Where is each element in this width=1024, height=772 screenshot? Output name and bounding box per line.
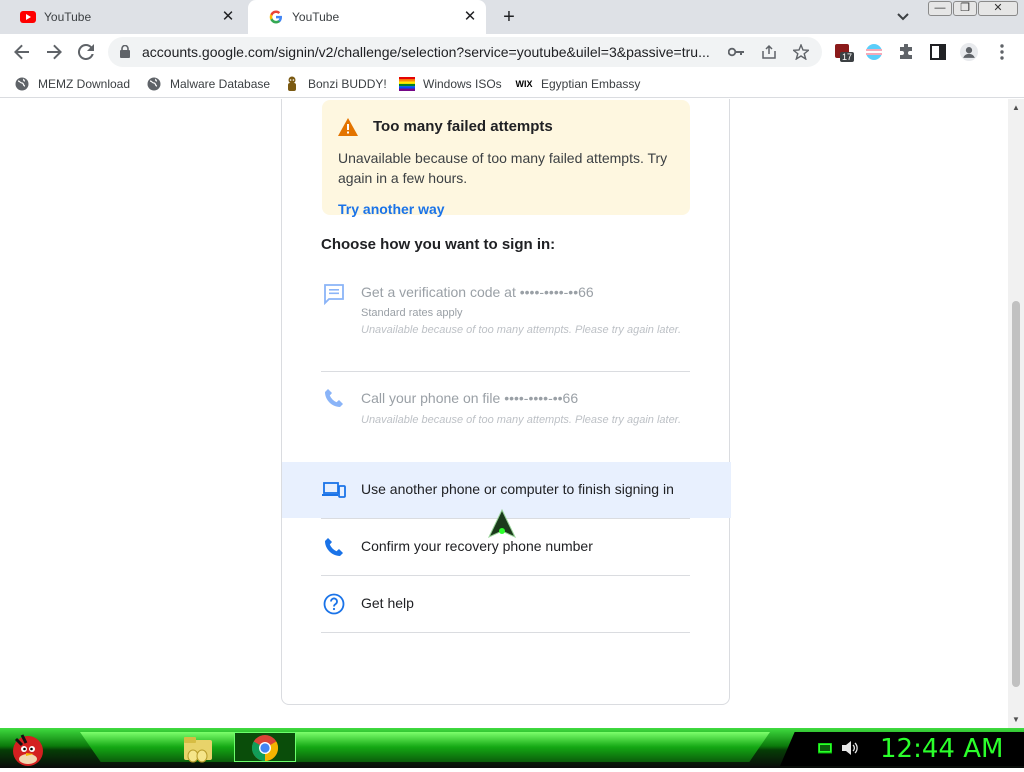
option-title[interactable]: Use another phone or computer to finish … <box>361 481 674 497</box>
bookmark-egyptian-embassy[interactable]: WIX Egyptian Embassy <box>515 76 641 92</box>
globe-icon <box>146 76 162 92</box>
google-icon <box>268 9 284 25</box>
option-note: Unavailable because of too many attempts… <box>361 324 681 336</box>
chrome-icon <box>251 735 279 762</box>
scrollbar-thumb[interactable] <box>1012 301 1020 687</box>
file-explorer-icon[interactable] <box>182 732 214 764</box>
warning-title: Too many failed attempts <box>373 118 553 135</box>
devices-icon <box>322 478 346 502</box>
scroll-down-arrow-icon[interactable]: ▼ <box>1012 715 1020 724</box>
address-bar[interactable]: accounts.google.com/signin/v2/challenge/… <box>108 37 822 67</box>
extension-badge-count: 17 <box>840 52 855 62</box>
option-title[interactable]: Confirm your recovery phone number <box>361 538 593 554</box>
tab-strip: YouTube ✕ YouTube ✕ + — ❐ ✕ <box>0 0 1024 34</box>
wix-icon: WIX <box>515 79 533 89</box>
help-icon <box>322 592 346 616</box>
flag-extension-icon[interactable] <box>865 43 883 61</box>
bookmark-star-icon[interactable] <box>793 44 809 60</box>
network-icon[interactable] <box>817 742 833 760</box>
message-icon <box>322 282 346 306</box>
tab-title: YouTube <box>292 10 340 24</box>
page-viewport: Too many failed attempts Unavailable bec… <box>0 99 1008 729</box>
globe-icon <box>14 76 30 92</box>
reload-button[interactable] <box>76 42 96 62</box>
bookmark-malware-database[interactable]: Malware Database <box>146 76 270 92</box>
bookmark-label: Bonzi BUDDY! <box>308 77 387 91</box>
bookmark-label: Windows ISOs <box>423 77 502 91</box>
bookmark-memz-download[interactable]: MEMZ Download <box>14 76 130 92</box>
warning-triangle-icon <box>338 118 358 141</box>
divider <box>321 632 690 633</box>
extension-badge-icon[interactable]: 17 <box>834 43 855 62</box>
mouse-cursor-icon <box>487 508 517 544</box>
extensions-puzzle-icon[interactable] <box>897 43 915 61</box>
volume-icon[interactable] <box>842 741 858 760</box>
chrome-taskbar-button[interactable] <box>234 732 296 762</box>
back-button[interactable] <box>12 42 32 62</box>
option-subtitle: Standard rates apply <box>361 307 463 319</box>
warning-banner: Too many failed attempts Unavailable bec… <box>322 100 690 217</box>
start-button-angry-bird-icon[interactable] <box>8 729 48 767</box>
signin-card: Too many failed attempts Unavailable bec… <box>281 99 731 705</box>
option-get-help[interactable]: Get help <box>282 576 731 632</box>
taskbar: 12:44 AM <box>0 728 1024 768</box>
rainbow-icon <box>399 76 415 92</box>
tab-youtube-1[interactable]: YouTube ✕ <box>0 0 244 34</box>
option-call-phone: Call your phone on file ••••-••••-••66 U… <box>282 372 731 462</box>
key-icon[interactable] <box>728 44 744 60</box>
bookmark-label: Egyptian Embassy <box>541 77 641 91</box>
bookmark-label: Malware Database <box>170 77 271 91</box>
url-text[interactable]: accounts.google.com/signin/v2/challenge/… <box>142 44 722 60</box>
new-tab-button[interactable]: + <box>498 7 520 29</box>
bookmarks-bar: MEMZ Download Malware Database Bonzi BUD… <box>0 70 1024 98</box>
lock-icon[interactable] <box>120 44 130 63</box>
share-icon[interactable] <box>761 44 777 60</box>
tab-search-icon[interactable] <box>896 9 914 25</box>
forward-button[interactable] <box>44 42 64 62</box>
menu-kebab-icon[interactable] <box>993 43 1011 61</box>
minimize-button[interactable]: — <box>928 1 952 16</box>
tab-title: YouTube <box>44 10 92 24</box>
option-note: Unavailable because of too many attempts… <box>361 414 681 426</box>
phone-icon <box>322 535 346 559</box>
option-title: Call your phone on file ••••-••••-••66 <box>361 390 579 406</box>
option-title[interactable]: Get help <box>361 595 414 611</box>
warning-body: Unavailable because of too many failed a… <box>338 150 668 186</box>
phone-icon <box>322 386 346 410</box>
bookmark-windows-isos[interactable]: Windows ISOs <box>399 76 502 92</box>
close-window-button[interactable]: ✕ <box>978 1 1018 16</box>
profile-avatar-icon[interactable] <box>960 43 978 61</box>
youtube-icon <box>20 9 36 25</box>
bonzi-icon <box>284 76 300 92</box>
close-tab-icon[interactable]: ✕ <box>220 9 236 25</box>
restore-button[interactable]: ❐ <box>953 1 977 16</box>
close-tab-icon[interactable]: ✕ <box>462 9 478 25</box>
scroll-up-arrow-icon[interactable]: ▲ <box>1012 103 1020 112</box>
try-another-way-link[interactable]: Try another way <box>338 201 445 217</box>
page-scrollbar[interactable]: ▲ ▼ <box>1008 99 1024 729</box>
tab-youtube-2[interactable]: YouTube ✕ <box>248 0 486 34</box>
bookmark-bonzi-buddy[interactable]: Bonzi BUDDY! <box>284 76 387 92</box>
taskbar-clock[interactable]: 12:44 AM <box>880 734 1003 764</box>
browser-toolbar: accounts.google.com/signin/v2/challenge/… <box>0 34 1024 70</box>
bookmark-label: MEMZ Download <box>38 77 131 91</box>
choose-heading: Choose how you want to sign in: <box>321 236 556 253</box>
option-title: Get a verification code at ••••-••••-••6… <box>361 284 594 300</box>
side-panel-icon[interactable] <box>929 43 947 61</box>
option-verification-code: Get a verification code at ••••-••••-••6… <box>282 276 731 372</box>
